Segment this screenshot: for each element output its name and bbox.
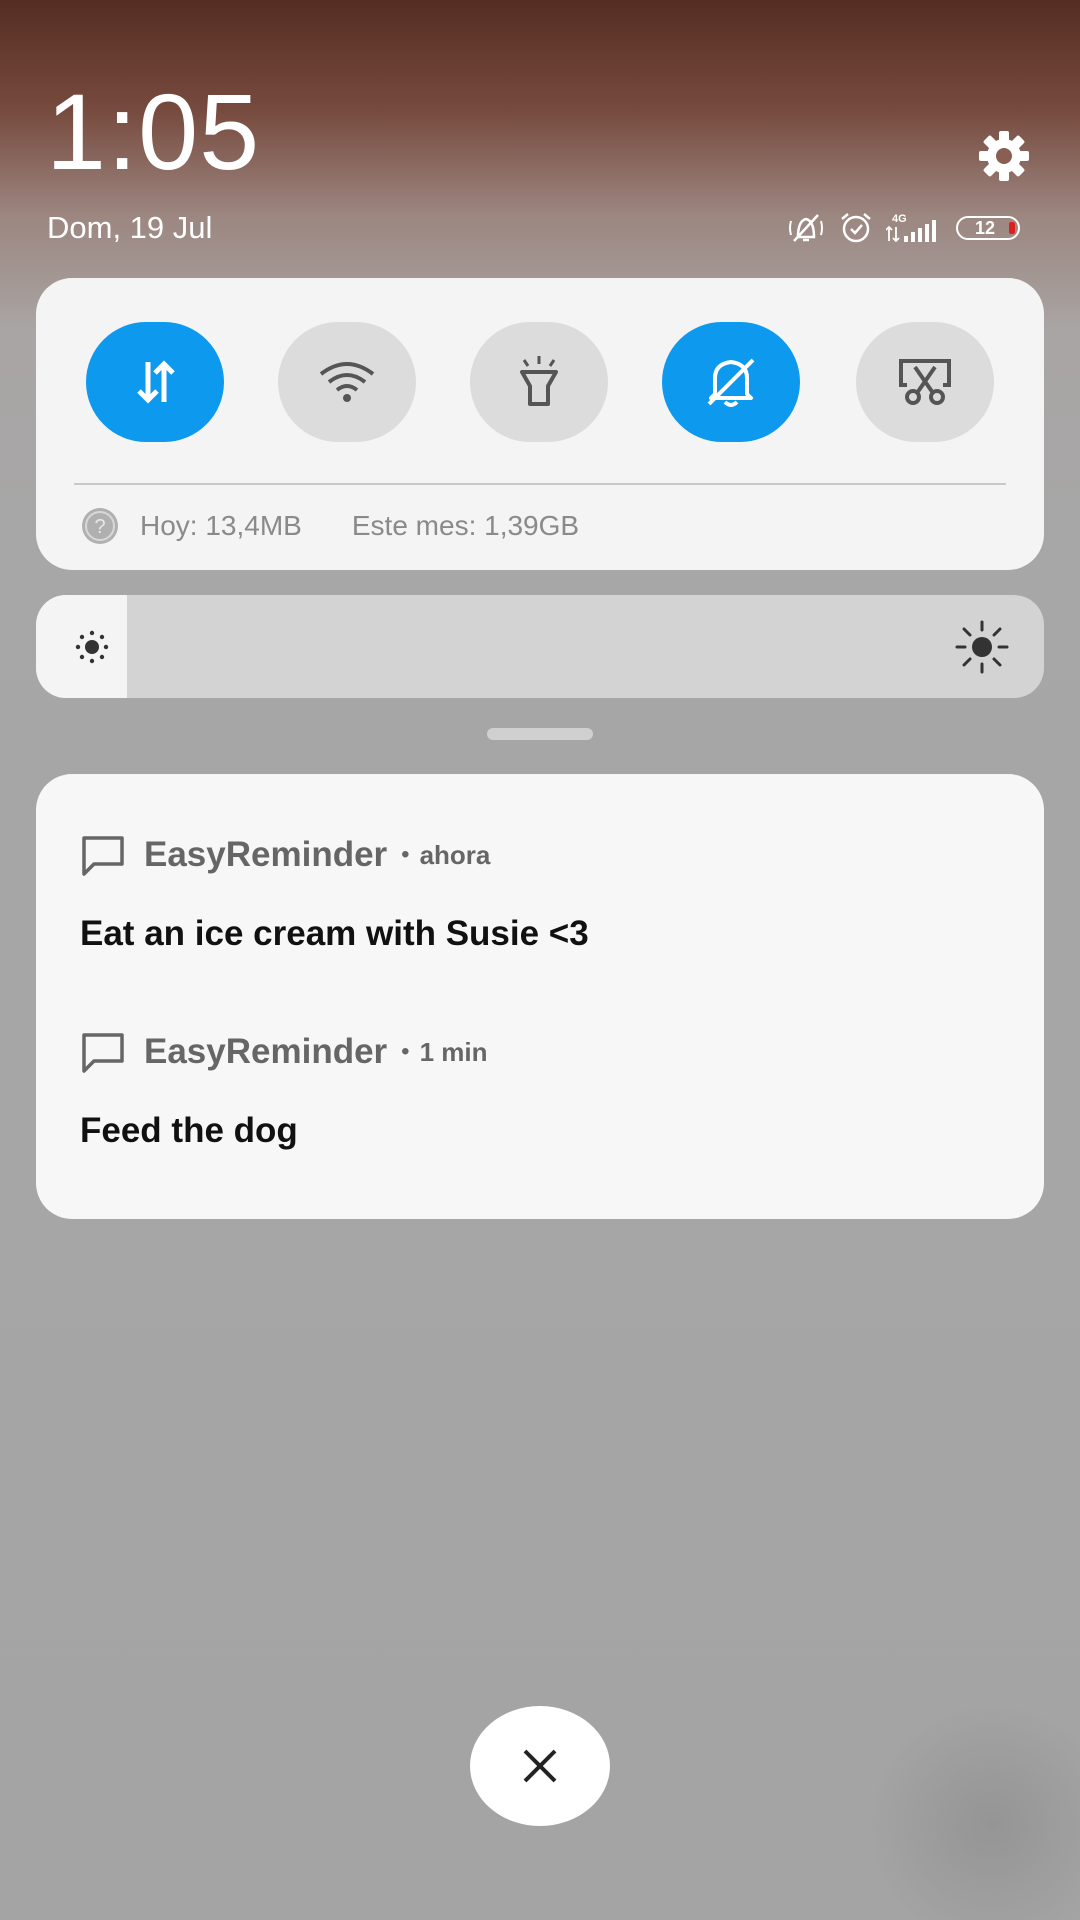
clear-notifications-button[interactable]: [470, 1706, 610, 1826]
brightness-slider[interactable]: [36, 595, 1044, 698]
data-usage-today: Hoy: 13,4MB: [140, 510, 302, 541]
network-type-label: 4G: [892, 213, 907, 225]
message-icon: [82, 1033, 124, 1073]
bell-off-icon: [707, 358, 755, 407]
wifi-icon: [319, 362, 375, 402]
notification-text: Eat an ice cream with Susie <3: [80, 914, 589, 953]
svg-text:?: ?: [94, 516, 105, 538]
settings-icon[interactable]: [976, 128, 1032, 184]
brightness-low-icon: [75, 630, 109, 664]
tile-wifi[interactable]: [278, 322, 416, 442]
background-shadow: [860, 1680, 1080, 1920]
message-icon: [82, 836, 124, 876]
alarm-icon: [838, 211, 874, 245]
notification-group: EasyReminder • ahora Eat an ice cream wi…: [36, 774, 1044, 1219]
notification-app-name: EasyReminder: [144, 835, 388, 874]
battery-low-indicator: [1009, 222, 1015, 234]
notification-header: EasyReminder • 1 min: [80, 1027, 980, 1077]
data-usage-month: Este mes: 1,39GB: [351, 510, 580, 541]
notification-item[interactable]: EasyReminder • 1 min Feed the dog: [80, 1027, 980, 1151]
tile-screenshot[interactable]: [856, 322, 994, 442]
screenshot-scissors-icon: [899, 359, 951, 405]
clock-time: 1:05: [46, 71, 261, 192]
tile-mobile-data[interactable]: [86, 322, 224, 442]
notification-header: EasyReminder • ahora: [80, 830, 980, 880]
notification-item[interactable]: EasyReminder • ahora Eat an ice cream wi…: [80, 830, 980, 954]
data-arrows-icon: [137, 360, 175, 404]
panel-drag-handle[interactable]: [487, 728, 593, 740]
data-usage-row[interactable]: ? Hoy: 13,4MB Este mes: 1,39GB: [80, 506, 579, 546]
date-label: Dom, 19 Jul: [47, 210, 213, 245]
tile-silent[interactable]: [662, 322, 800, 442]
notification-time: 1 min: [419, 1036, 488, 1067]
battery-icon: 12: [956, 216, 1020, 240]
close-icon: [523, 1749, 557, 1783]
tile-flashlight[interactable]: [470, 322, 608, 442]
notification-time: ahora: [419, 839, 491, 870]
notification-separator: •: [401, 1038, 410, 1065]
status-bar-icons: 4G 12: [786, 211, 1020, 245]
quick-settings-panel: ? Hoy: 13,4MB Este mes: 1,39GB: [36, 278, 1044, 570]
battery-level: 12: [974, 217, 996, 238]
notification-app-name: EasyReminder: [144, 1032, 388, 1071]
signal-icon: 4G: [886, 211, 944, 245]
vibrate-silent-icon: [786, 211, 826, 245]
notification-separator: •: [401, 841, 410, 868]
help-icon: ?: [82, 508, 118, 544]
flashlight-icon: [520, 356, 558, 406]
quick-settings-divider: [74, 483, 1006, 485]
brightness-high-icon: [955, 620, 1009, 674]
notification-text: Feed the dog: [80, 1111, 298, 1150]
